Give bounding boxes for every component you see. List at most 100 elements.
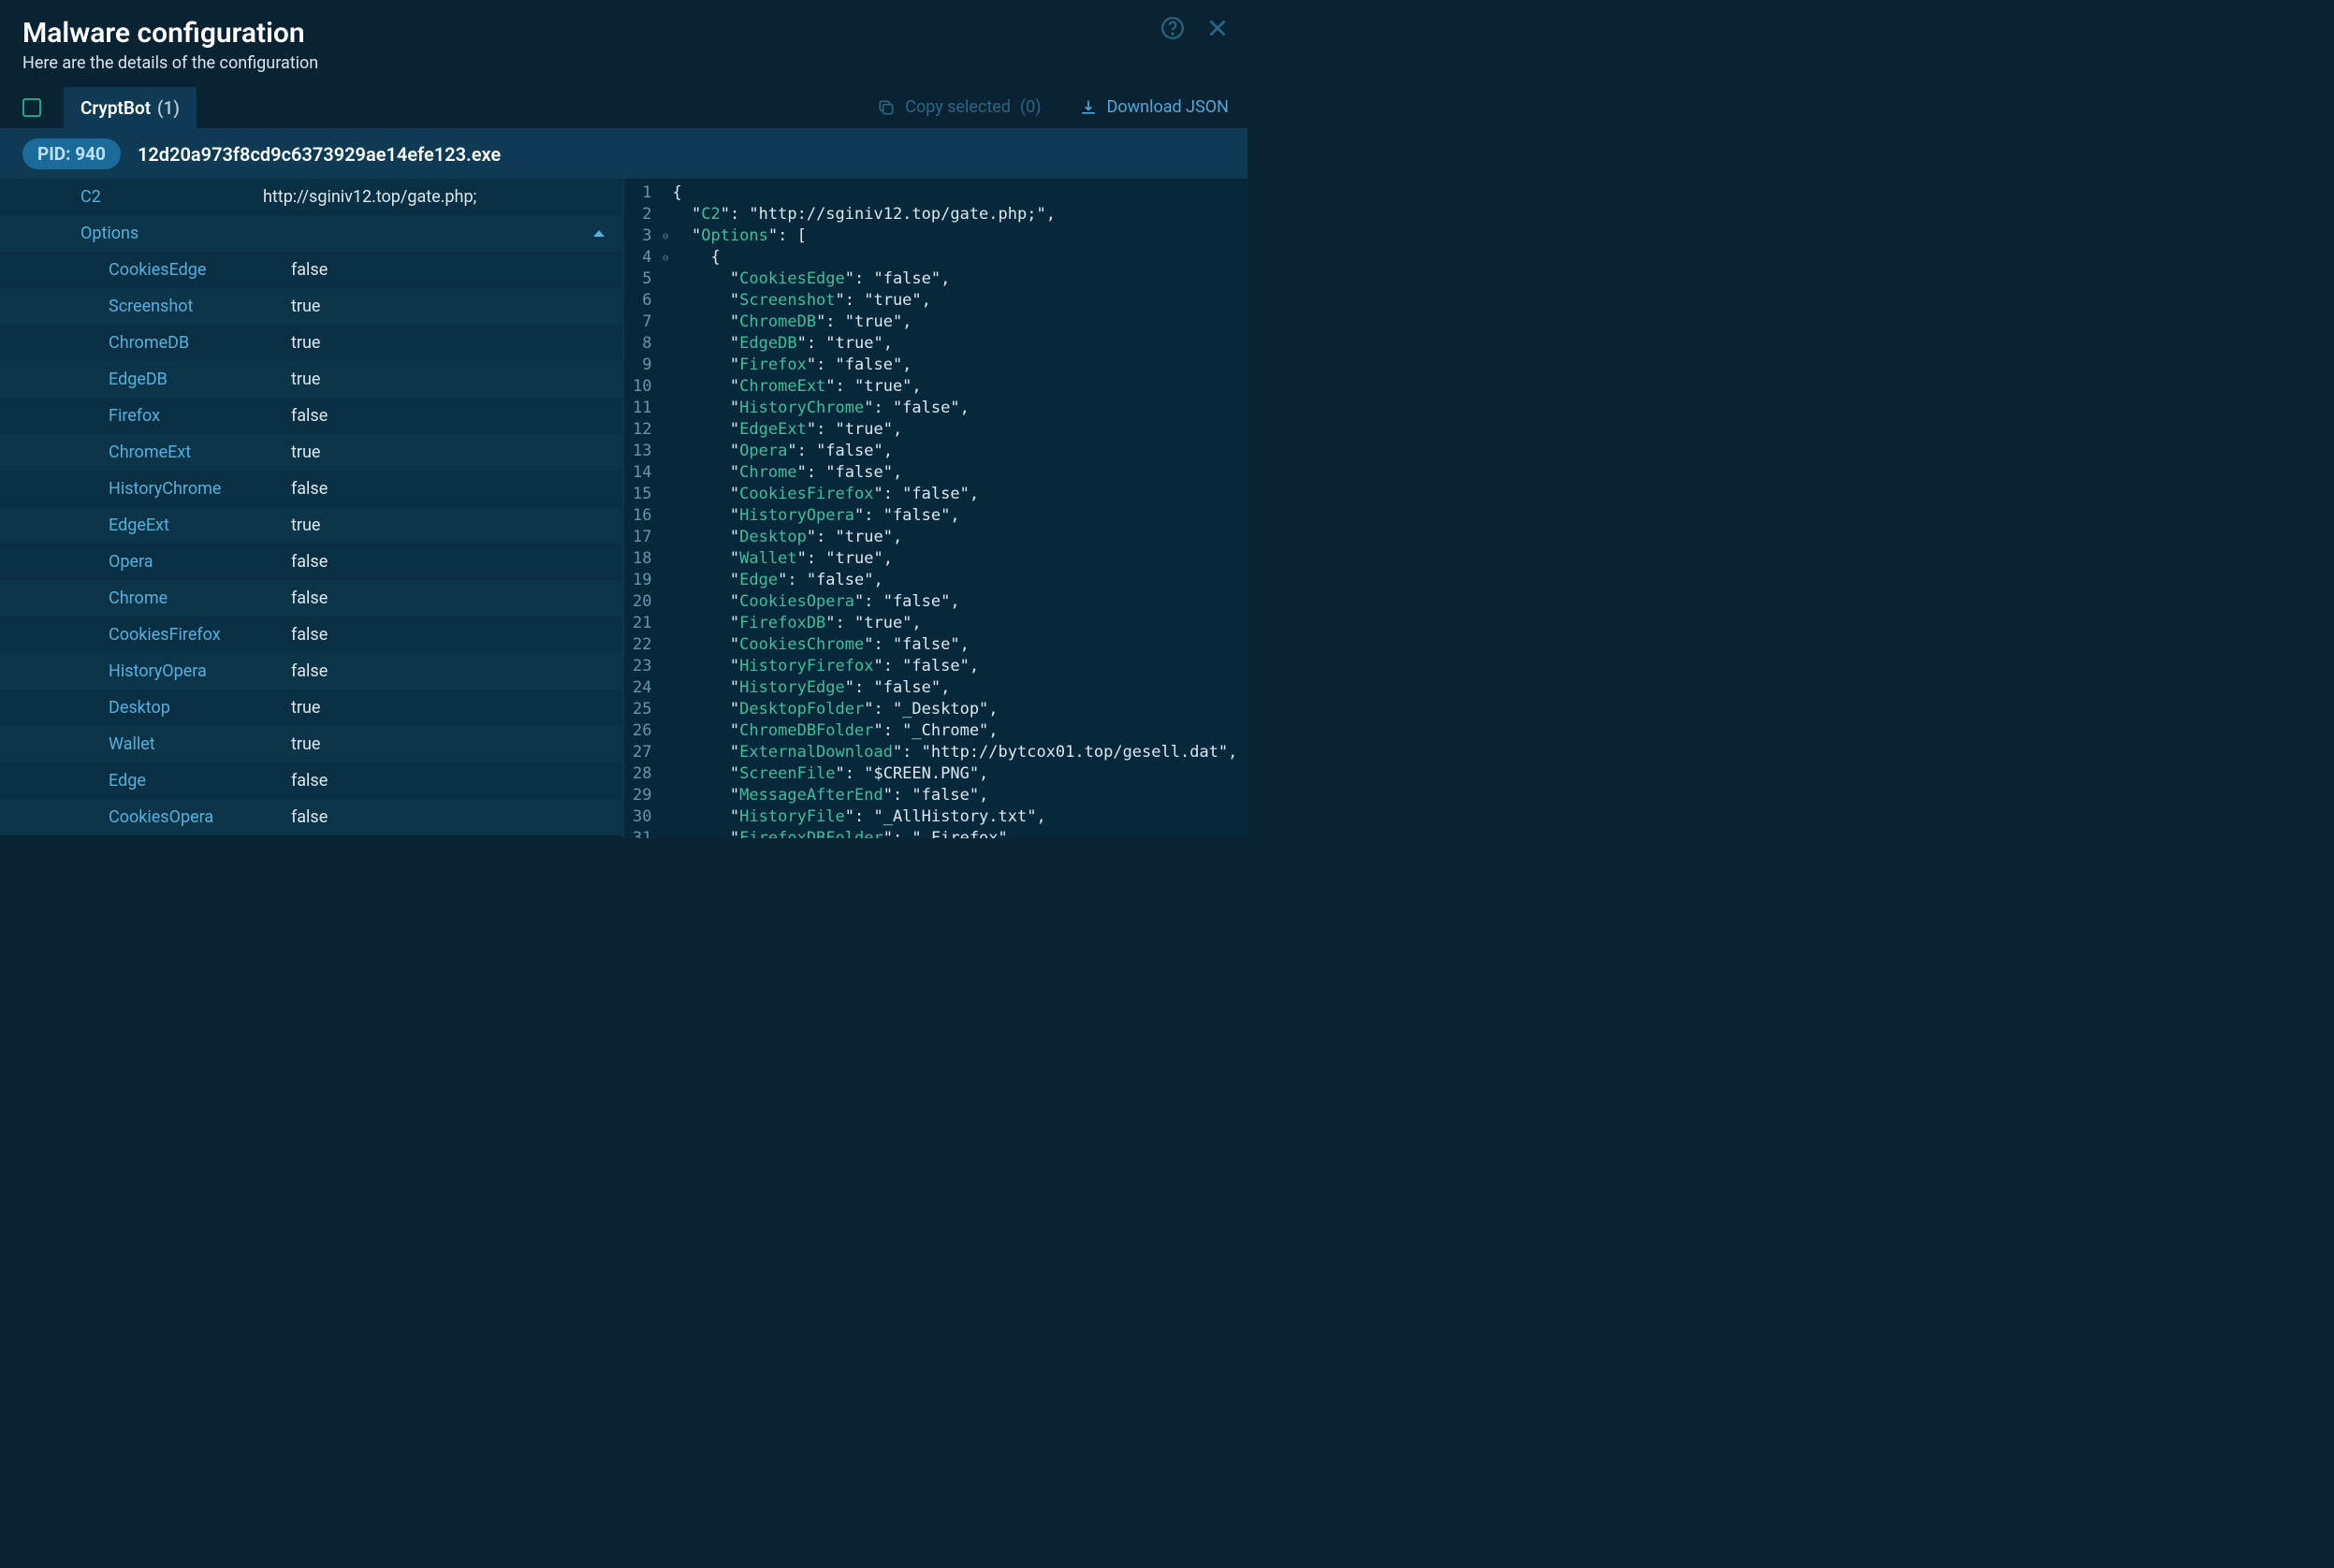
code-line: "HistoryEdge": "false", [673, 677, 1238, 699]
config-value: false [291, 260, 328, 280]
help-icon[interactable] [1160, 15, 1186, 41]
code-line: "HistoryChrome": "false", [673, 398, 1238, 419]
modal-header: Malware configuration Here are the detai… [0, 0, 1247, 86]
line-number: 9 [624, 355, 656, 376]
config-value: false [291, 625, 328, 645]
line-number: 16 [624, 505, 656, 527]
code-line: "Wallet": "true", [673, 548, 1238, 570]
line-number: 24 [624, 677, 656, 699]
line-number: 27 [624, 742, 656, 763]
json-code: { "C2": "http://sginiv12.top/gate.php;",… [664, 179, 1247, 838]
line-number: 29 [624, 785, 656, 806]
download-icon [1079, 98, 1098, 117]
config-value: false [291, 807, 328, 827]
code-line: "HistoryFile": "_AllHistory.txt", [673, 806, 1238, 828]
code-line: "Chrome": "false", [673, 462, 1238, 484]
code-line: "MessageAfterEnd": "false", [673, 785, 1238, 806]
code-line: "CookiesOpera": "false", [673, 591, 1238, 613]
config-value: true [291, 370, 320, 389]
config-key: Edge [109, 771, 291, 791]
line-number: 5 [624, 269, 656, 290]
config-key: CookiesOpera [109, 807, 291, 827]
code-line: "HistoryOpera": "false", [673, 505, 1238, 527]
code-line: "ChromeDB": "true", [673, 312, 1238, 333]
config-row: HistoryOperafalse [0, 653, 623, 690]
copy-label: Copy selected [905, 97, 1011, 117]
line-number: 31 [624, 828, 656, 838]
line-number: 10 [624, 376, 656, 398]
tab-cryptbot[interactable]: CryptBot (1) [64, 87, 197, 129]
filename: 12d20a973f8cd9c6373929ae14efe123.exe [138, 143, 501, 166]
line-number: 6 [624, 290, 656, 312]
modal-subtitle: Here are the details of the configuratio… [22, 53, 1225, 73]
config-row: CookiesEdgefalse [0, 252, 623, 288]
line-number: 22 [624, 634, 656, 656]
config-row: C2http://sginiv12.top/gate.php; [0, 179, 623, 215]
line-number: 19 [624, 570, 656, 591]
tab-count: (1) [157, 97, 180, 119]
line-number: 15 [624, 484, 656, 505]
config-value: false [291, 479, 328, 499]
code-line: "ChromeExt": "true", [673, 376, 1238, 398]
line-number-gutter: 12⊖3⊖45678910111213141516171819202122232… [624, 179, 664, 838]
select-all-checkbox[interactable] [22, 98, 41, 117]
line-number: 11 [624, 398, 656, 419]
line-number: 13 [624, 441, 656, 462]
pid-badge: PID: 940 [22, 138, 121, 169]
content: C2http://sginiv12.top/gate.php; Options Co… [0, 179, 1247, 838]
config-row: Desktoptrue [0, 690, 623, 726]
code-line: "Options": [ [673, 225, 1238, 247]
close-icon[interactable] [1204, 15, 1231, 41]
config-key: Opera [109, 552, 291, 572]
code-line: "Opera": "false", [673, 441, 1238, 462]
config-row: Wallettrue [0, 726, 623, 762]
copy-count: (0) [1020, 97, 1042, 117]
config-key: Options [80, 224, 139, 243]
copy-selected-button[interactable]: Copy selected (0) [877, 97, 1041, 117]
code-line: { [673, 247, 1238, 269]
code-line: "CookiesChrome": "false", [673, 634, 1238, 656]
line-number: 12 [624, 419, 656, 441]
code-line: "Edge": "false", [673, 570, 1238, 591]
section-row[interactable]: Options [0, 215, 623, 252]
config-value: true [291, 515, 320, 535]
code-line: "DesktopFolder": "_Desktop", [673, 699, 1238, 720]
config-value: true [291, 734, 320, 754]
config-key: Chrome [109, 588, 291, 608]
config-row: ChromeExttrue [0, 434, 623, 471]
fold-marker-icon[interactable]: ⊖ [663, 247, 669, 269]
code-line: "Screenshot": "true", [673, 290, 1238, 312]
code-line: "CookiesEdge": "false", [673, 269, 1238, 290]
config-row: EdgeExttrue [0, 507, 623, 544]
config-tree-panel[interactable]: C2http://sginiv12.top/gate.php; Options Co… [0, 179, 624, 838]
config-key: ChromeDB [109, 333, 291, 353]
config-key: Firefox [109, 406, 291, 426]
toolbar: CryptBot (1) Copy selected (0) Download … [0, 86, 1247, 129]
config-row: Chromefalse [0, 580, 623, 617]
code-line: "HistoryFirefox": "false", [673, 656, 1238, 677]
config-key: CookiesFirefox [109, 625, 291, 645]
code-line: "FirefoxDB": "true", [673, 613, 1238, 634]
code-line: "EdgeExt": "true", [673, 419, 1238, 441]
code-line: "C2": "http://sginiv12.top/gate.php;", [673, 204, 1238, 225]
config-value: true [291, 333, 320, 353]
config-key: Screenshot [109, 297, 291, 316]
line-number: 28 [624, 763, 656, 785]
line-number: 23 [624, 656, 656, 677]
config-row: CookiesOperafalse [0, 799, 623, 835]
code-line: "CookiesFirefox": "false", [673, 484, 1238, 505]
line-number: 26 [624, 720, 656, 742]
config-key: ChromeExt [109, 443, 291, 462]
download-json-button[interactable]: Download JSON [1079, 97, 1229, 117]
config-key: CookiesEdge [109, 260, 291, 280]
json-code-panel[interactable]: 12⊖3⊖45678910111213141516171819202122232… [624, 179, 1248, 838]
config-key: Desktop [109, 698, 291, 718]
line-number: 25 [624, 699, 656, 720]
header-actions [1160, 15, 1231, 41]
config-row: Screenshottrue [0, 288, 623, 325]
config-value: false [291, 661, 328, 681]
code-line: "ChromeDBFolder": "_Chrome", [673, 720, 1238, 742]
fold-marker-icon[interactable]: ⊖ [663, 225, 669, 247]
tab-label: CryptBot [80, 97, 151, 119]
code-line: "Desktop": "true", [673, 527, 1238, 548]
